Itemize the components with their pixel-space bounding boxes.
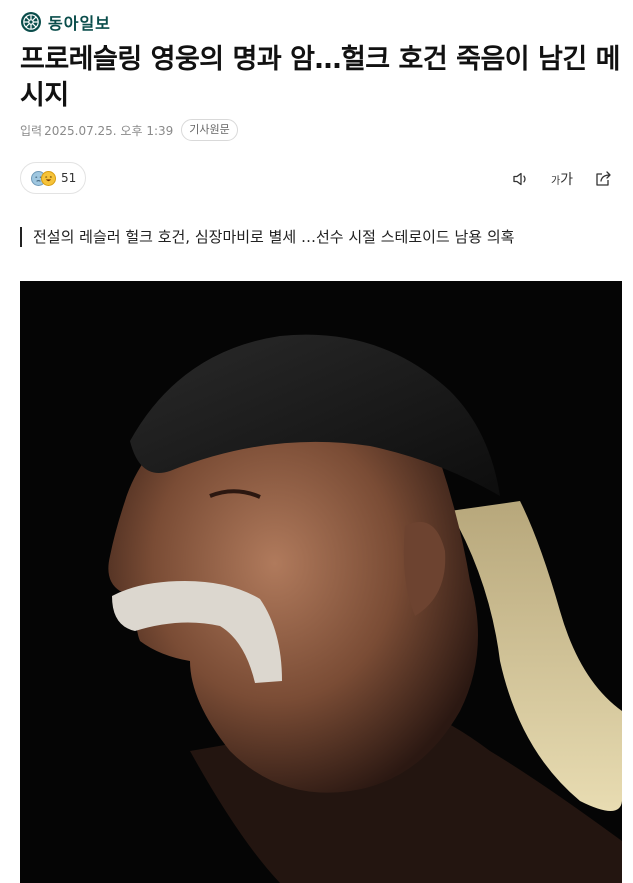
original-article-button[interactable]: 기사원문 [181,119,238,141]
font-size-button[interactable]: 가가 [550,167,574,191]
speaker-icon [513,172,526,186]
published-datetime: 2025.07.25. 오후 1:39 [44,123,174,138]
font-size-large-label: 가 [560,172,574,188]
reaction-button[interactable]: 51 [20,162,86,194]
published-label: 입력 [20,123,43,138]
listen-button[interactable] [509,167,533,191]
article-headline: 프로레슬링 영웅의 명과 암…헐크 호건 죽음이 남긴 메시지 [20,44,620,111]
article-subheadline: 전설의 레슬러 헐크 호건, 심장마비로 별세 …선수 시절 스테로이드 남용 … [20,227,514,247]
font-size-small-label: 가 [550,175,561,187]
brand-logo[interactable]: 동아일보 [20,10,111,34]
portrait-illustration [20,281,622,883]
article-toolbar: 가가 [492,167,615,191]
share-button[interactable] [591,167,615,191]
laughing-face-icon [41,170,56,186]
dongailbo-emblem-icon [21,12,41,32]
share-icon [596,171,611,186]
article-photo [20,281,622,883]
reaction-count: 51 [61,171,77,185]
brand-name: 동아일보 [48,14,111,33]
article-meta: 입력 2025.07.25. 오후 1:39 기사원문 [20,119,238,141]
